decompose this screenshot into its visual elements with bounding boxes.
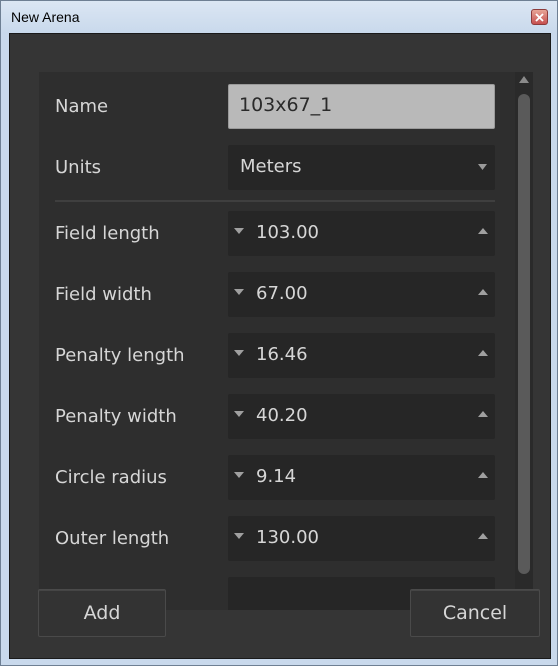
field-row: Field length 103.00 bbox=[39, 211, 515, 259]
add-button[interactable]: Add bbox=[38, 589, 166, 637]
triangle-down-icon[interactable] bbox=[234, 228, 244, 234]
field-label: Outer length bbox=[55, 528, 170, 549]
penalty-width-spinbox[interactable]: 40.20 bbox=[228, 394, 495, 439]
triangle-up-icon[interactable] bbox=[478, 350, 488, 356]
field-width-spinbox[interactable]: 67.00 bbox=[228, 272, 495, 317]
scroll-up-icon[interactable] bbox=[519, 76, 529, 83]
form-scroll-area[interactable]: Name 103x67_1 Units Meters Field length bbox=[39, 72, 515, 610]
triangle-up-icon[interactable] bbox=[478, 533, 488, 539]
field-row: Outer length 130.00 bbox=[39, 516, 515, 564]
field-label: Field length bbox=[55, 223, 160, 244]
triangle-up-icon[interactable] bbox=[478, 411, 488, 417]
field-row: Field width 67.00 bbox=[39, 272, 515, 320]
units-value: Meters bbox=[240, 156, 302, 177]
title-bar[interactable]: New Arena bbox=[1, 1, 557, 33]
field-value: 130.00 bbox=[256, 527, 319, 548]
circle-radius-spinbox[interactable]: 9.14 bbox=[228, 455, 495, 500]
field-length-spinbox[interactable]: 103.00 bbox=[228, 211, 495, 256]
field-row: Circle radius 9.14 bbox=[39, 455, 515, 503]
new-arena-dialog: New Arena Name 103x67_1 Units Meters Fie… bbox=[0, 0, 558, 666]
section-divider bbox=[55, 200, 495, 202]
scroll-thumb[interactable] bbox=[518, 94, 530, 574]
field-value: 16.46 bbox=[256, 344, 308, 365]
vertical-scrollbar[interactable] bbox=[515, 72, 533, 610]
triangle-down-icon[interactable] bbox=[234, 350, 244, 356]
triangle-up-icon[interactable] bbox=[478, 228, 488, 234]
close-button[interactable] bbox=[531, 9, 548, 25]
dialog-body: Name 103x67_1 Units Meters Field length bbox=[9, 33, 551, 659]
field-value: 9.14 bbox=[256, 466, 297, 487]
triangle-down-icon[interactable] bbox=[234, 411, 244, 417]
field-label: Field width bbox=[55, 284, 152, 305]
triangle-down-icon[interactable] bbox=[234, 472, 244, 478]
field-value: 40.20 bbox=[256, 405, 308, 426]
triangle-down-icon[interactable] bbox=[234, 289, 244, 295]
field-row: Penalty length 16.46 bbox=[39, 333, 515, 381]
triangle-down-icon[interactable] bbox=[234, 533, 244, 539]
close-icon bbox=[535, 12, 544, 22]
field-row: Penalty width 40.20 bbox=[39, 394, 515, 442]
units-label: Units bbox=[55, 157, 102, 178]
penalty-length-spinbox[interactable]: 16.46 bbox=[228, 333, 495, 378]
triangle-up-icon[interactable] bbox=[478, 472, 488, 478]
field-value: 103.00 bbox=[256, 222, 319, 243]
window-title: New Arena bbox=[11, 9, 80, 25]
outer-length-spinbox[interactable]: 130.00 bbox=[228, 516, 495, 561]
units-row: Units Meters bbox=[39, 72, 515, 190]
field-label: Penalty width bbox=[55, 406, 177, 427]
field-label: Circle radius bbox=[55, 467, 167, 488]
field-value: 67.00 bbox=[256, 283, 308, 304]
cancel-button[interactable]: Cancel bbox=[410, 589, 540, 637]
triangle-up-icon[interactable] bbox=[478, 289, 488, 295]
units-select[interactable]: Meters bbox=[228, 145, 495, 190]
chevron-down-icon bbox=[478, 164, 487, 170]
field-label: Penalty length bbox=[55, 345, 185, 366]
